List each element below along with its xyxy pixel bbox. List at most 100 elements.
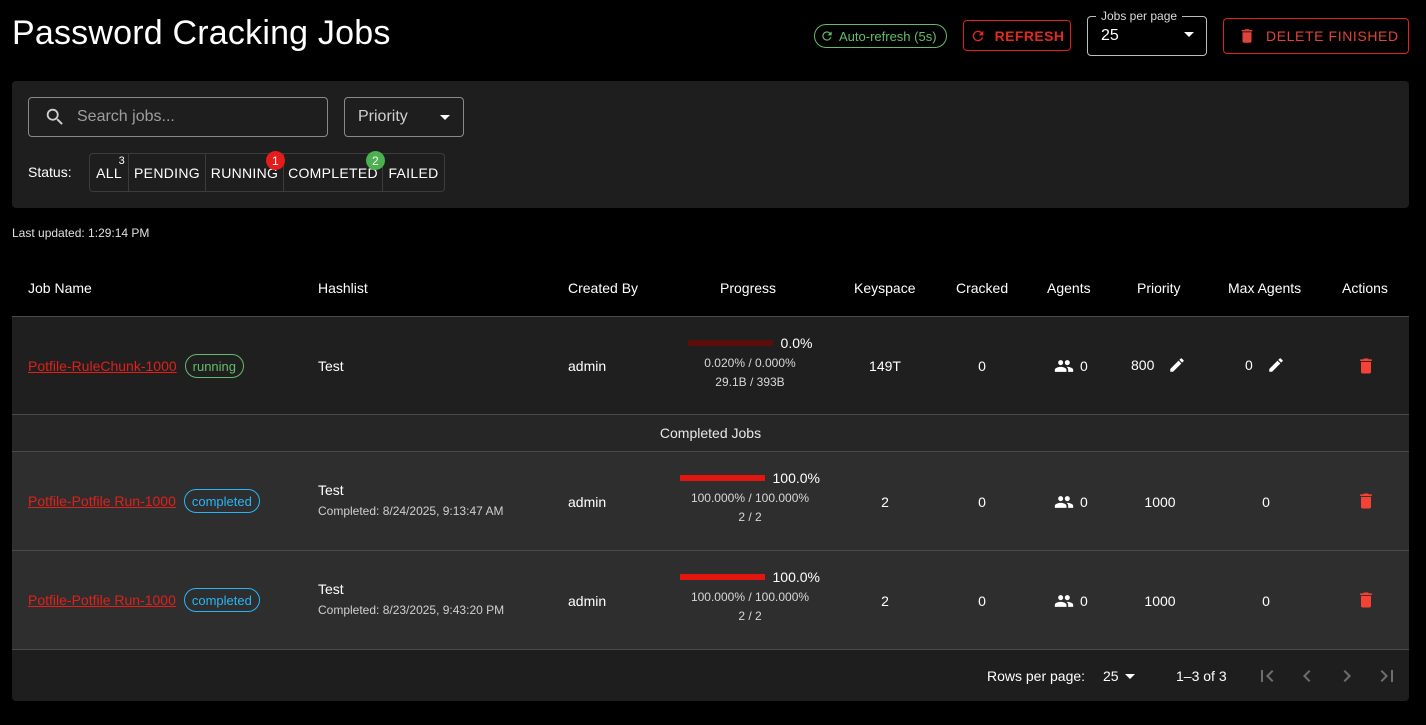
priority-value: 1000 <box>1144 593 1176 609</box>
column-header-cracked[interactable]: Cracked <box>956 280 1008 296</box>
delete-finished-label: DELETE FINISHED <box>1266 28 1399 44</box>
created-by: admin <box>568 358 607 374</box>
chevron-down-icon <box>1124 673 1135 679</box>
table-pagination: Rows per page: 25 1–3 of 3 <box>12 650 1409 701</box>
column-header-hashlist[interactable]: Hashlist <box>318 280 368 296</box>
delete-job-button[interactable] <box>1356 356 1376 376</box>
progress-fill <box>680 475 765 481</box>
delete-finished-button[interactable]: DELETE FINISHED <box>1223 18 1409 54</box>
column-header-progress[interactable]: Progress <box>720 280 776 296</box>
auto-refresh-label: Auto-refresh (5s) <box>839 28 937 44</box>
refresh-label: REFRESH <box>994 27 1065 44</box>
progress-percent: 0.0% <box>780 335 813 351</box>
job-link[interactable]: Potfile-RuleChunk-1000 <box>28 358 177 374</box>
cracked-value: 0 <box>978 358 986 374</box>
group-icon <box>1054 492 1074 512</box>
search-input[interactable] <box>77 108 297 126</box>
search-icon <box>44 106 66 128</box>
column-header-job-name[interactable]: Job Name <box>28 280 92 296</box>
delete-job-button[interactable] <box>1356 491 1376 511</box>
edit-icon[interactable] <box>1168 356 1186 374</box>
progress-bar <box>687 340 773 346</box>
created-by: admin <box>568 593 607 609</box>
refresh-icon <box>970 28 986 44</box>
column-header-actions: Actions <box>1342 280 1388 296</box>
count-badge: 3 <box>118 155 125 167</box>
refresh-button[interactable]: REFRESH <box>963 20 1071 51</box>
cracked-value: 0 <box>978 593 986 609</box>
progress-cell: 0.0% 0.020% / 0.000% 29.1B / 393B <box>680 335 820 389</box>
column-header-max-agents[interactable]: Max Agents <box>1228 280 1301 296</box>
auto-refresh-chip[interactable]: Auto-refresh (5s) <box>814 24 947 48</box>
status-chip: completed <box>183 489 260 513</box>
job-link[interactable]: Potfile-Potfile Run-1000 <box>28 493 176 509</box>
count-badge: 1 <box>266 151 285 170</box>
last-updated-text: Last updated: 1:29:14 PM <box>12 226 150 240</box>
table-row: Potfile-Potfile Run-1000 completed Test … <box>12 452 1409 551</box>
hashlist-name: Test <box>318 482 344 498</box>
status-filter-all[interactable]: ALL 3 <box>90 154 129 191</box>
status-filter-group: ALL 3 PENDING RUNNING 1 COMPLETED 2 FAIL… <box>89 151 445 192</box>
created-by: admin <box>568 494 607 510</box>
column-header-created-by[interactable]: Created By <box>568 280 638 296</box>
column-header-priority[interactable]: Priority <box>1137 280 1181 296</box>
progress-detail: 0.020% / 0.000% <box>704 356 796 370</box>
job-name-cell: Potfile-Potfile Run-1000 completed <box>28 588 260 612</box>
keyspace-value: 2 <box>881 593 889 609</box>
agents-cell: 0 <box>1054 591 1088 611</box>
priority-cell: 800 <box>1131 356 1186 374</box>
rows-per-page-select[interactable]: 25 <box>1103 668 1135 684</box>
completed-section-header: Completed Jobs <box>12 415 1409 452</box>
hashlist-cell: Test Completed: 8/23/2025, 9:43:20 PM <box>318 581 504 617</box>
delete-job-button[interactable] <box>1356 590 1376 610</box>
status-filter-running[interactable]: RUNNING 1 <box>206 151 285 191</box>
priority-value: 800 <box>1131 357 1155 373</box>
status-filter-pending[interactable]: PENDING <box>129 154 206 191</box>
delete-icon <box>1238 27 1256 45</box>
progress-detail: 100.000% / 100.000% <box>690 491 810 505</box>
agents-cell: 0 <box>1054 356 1088 376</box>
progress-percent: 100.0% <box>772 569 820 585</box>
jobs-per-page-value: 25 <box>1101 27 1119 44</box>
pagination-range: 1–3 of 3 <box>1176 668 1227 684</box>
progress-fill <box>680 574 765 580</box>
rows-per-page-label: Rows per page: <box>987 668 1086 684</box>
status-chip: completed <box>183 588 260 612</box>
delete-icon <box>1356 356 1376 376</box>
progress-bar <box>680 574 765 580</box>
priority-select-label: Priority <box>358 108 408 125</box>
table-row: Potfile-RuleChunk-1000 running Test admi… <box>12 317 1409 415</box>
progress-cell: 100.0% 100.000% / 100.000% 2 / 2 <box>680 470 820 524</box>
max-agents-value: 0 <box>1262 494 1270 510</box>
group-icon <box>1054 591 1074 611</box>
status-filter-completed[interactable]: COMPLETED 2 <box>284 151 385 191</box>
progress-percent: 100.0% <box>772 470 820 486</box>
last-page-icon[interactable] <box>1375 664 1399 688</box>
priority-value: 1000 <box>1144 494 1176 510</box>
progress-count: 2 / 2 <box>738 609 762 623</box>
filter-panel: Priority Status: ALL 3 PENDING RUNNING 1… <box>12 81 1409 208</box>
priority-select[interactable]: Priority <box>344 97 464 137</box>
agents-value: 0 <box>1080 358 1088 374</box>
agents-value: 0 <box>1080 593 1088 609</box>
prev-page-icon[interactable] <box>1295 664 1319 688</box>
keyspace-value: 149T <box>869 358 901 374</box>
jobs-per-page-select[interactable]: Jobs per page 25 <box>1087 9 1207 56</box>
status-filter-failed[interactable]: FAILED <box>383 154 444 191</box>
progress-count: 2 / 2 <box>738 510 762 524</box>
delete-icon <box>1356 491 1376 511</box>
column-header-agents[interactable]: Agents <box>1047 280 1091 296</box>
jobs-per-page-label: Jobs per page <box>1096 9 1183 23</box>
search-field[interactable] <box>28 97 328 137</box>
next-page-icon[interactable] <box>1335 664 1359 688</box>
status-filter-label: FAILED <box>388 164 439 181</box>
job-link[interactable]: Potfile-Potfile Run-1000 <box>28 592 176 608</box>
status-filter-label: PENDING <box>134 164 200 181</box>
max-agents-value: 0 <box>1262 593 1270 609</box>
refresh-icon <box>820 29 834 43</box>
status-filter-label: COMPLETED <box>288 164 378 181</box>
max-agents-value: 0 <box>1245 357 1253 373</box>
first-page-icon[interactable] <box>1255 664 1279 688</box>
edit-icon[interactable] <box>1267 356 1285 374</box>
column-header-keyspace[interactable]: Keyspace <box>854 280 915 296</box>
